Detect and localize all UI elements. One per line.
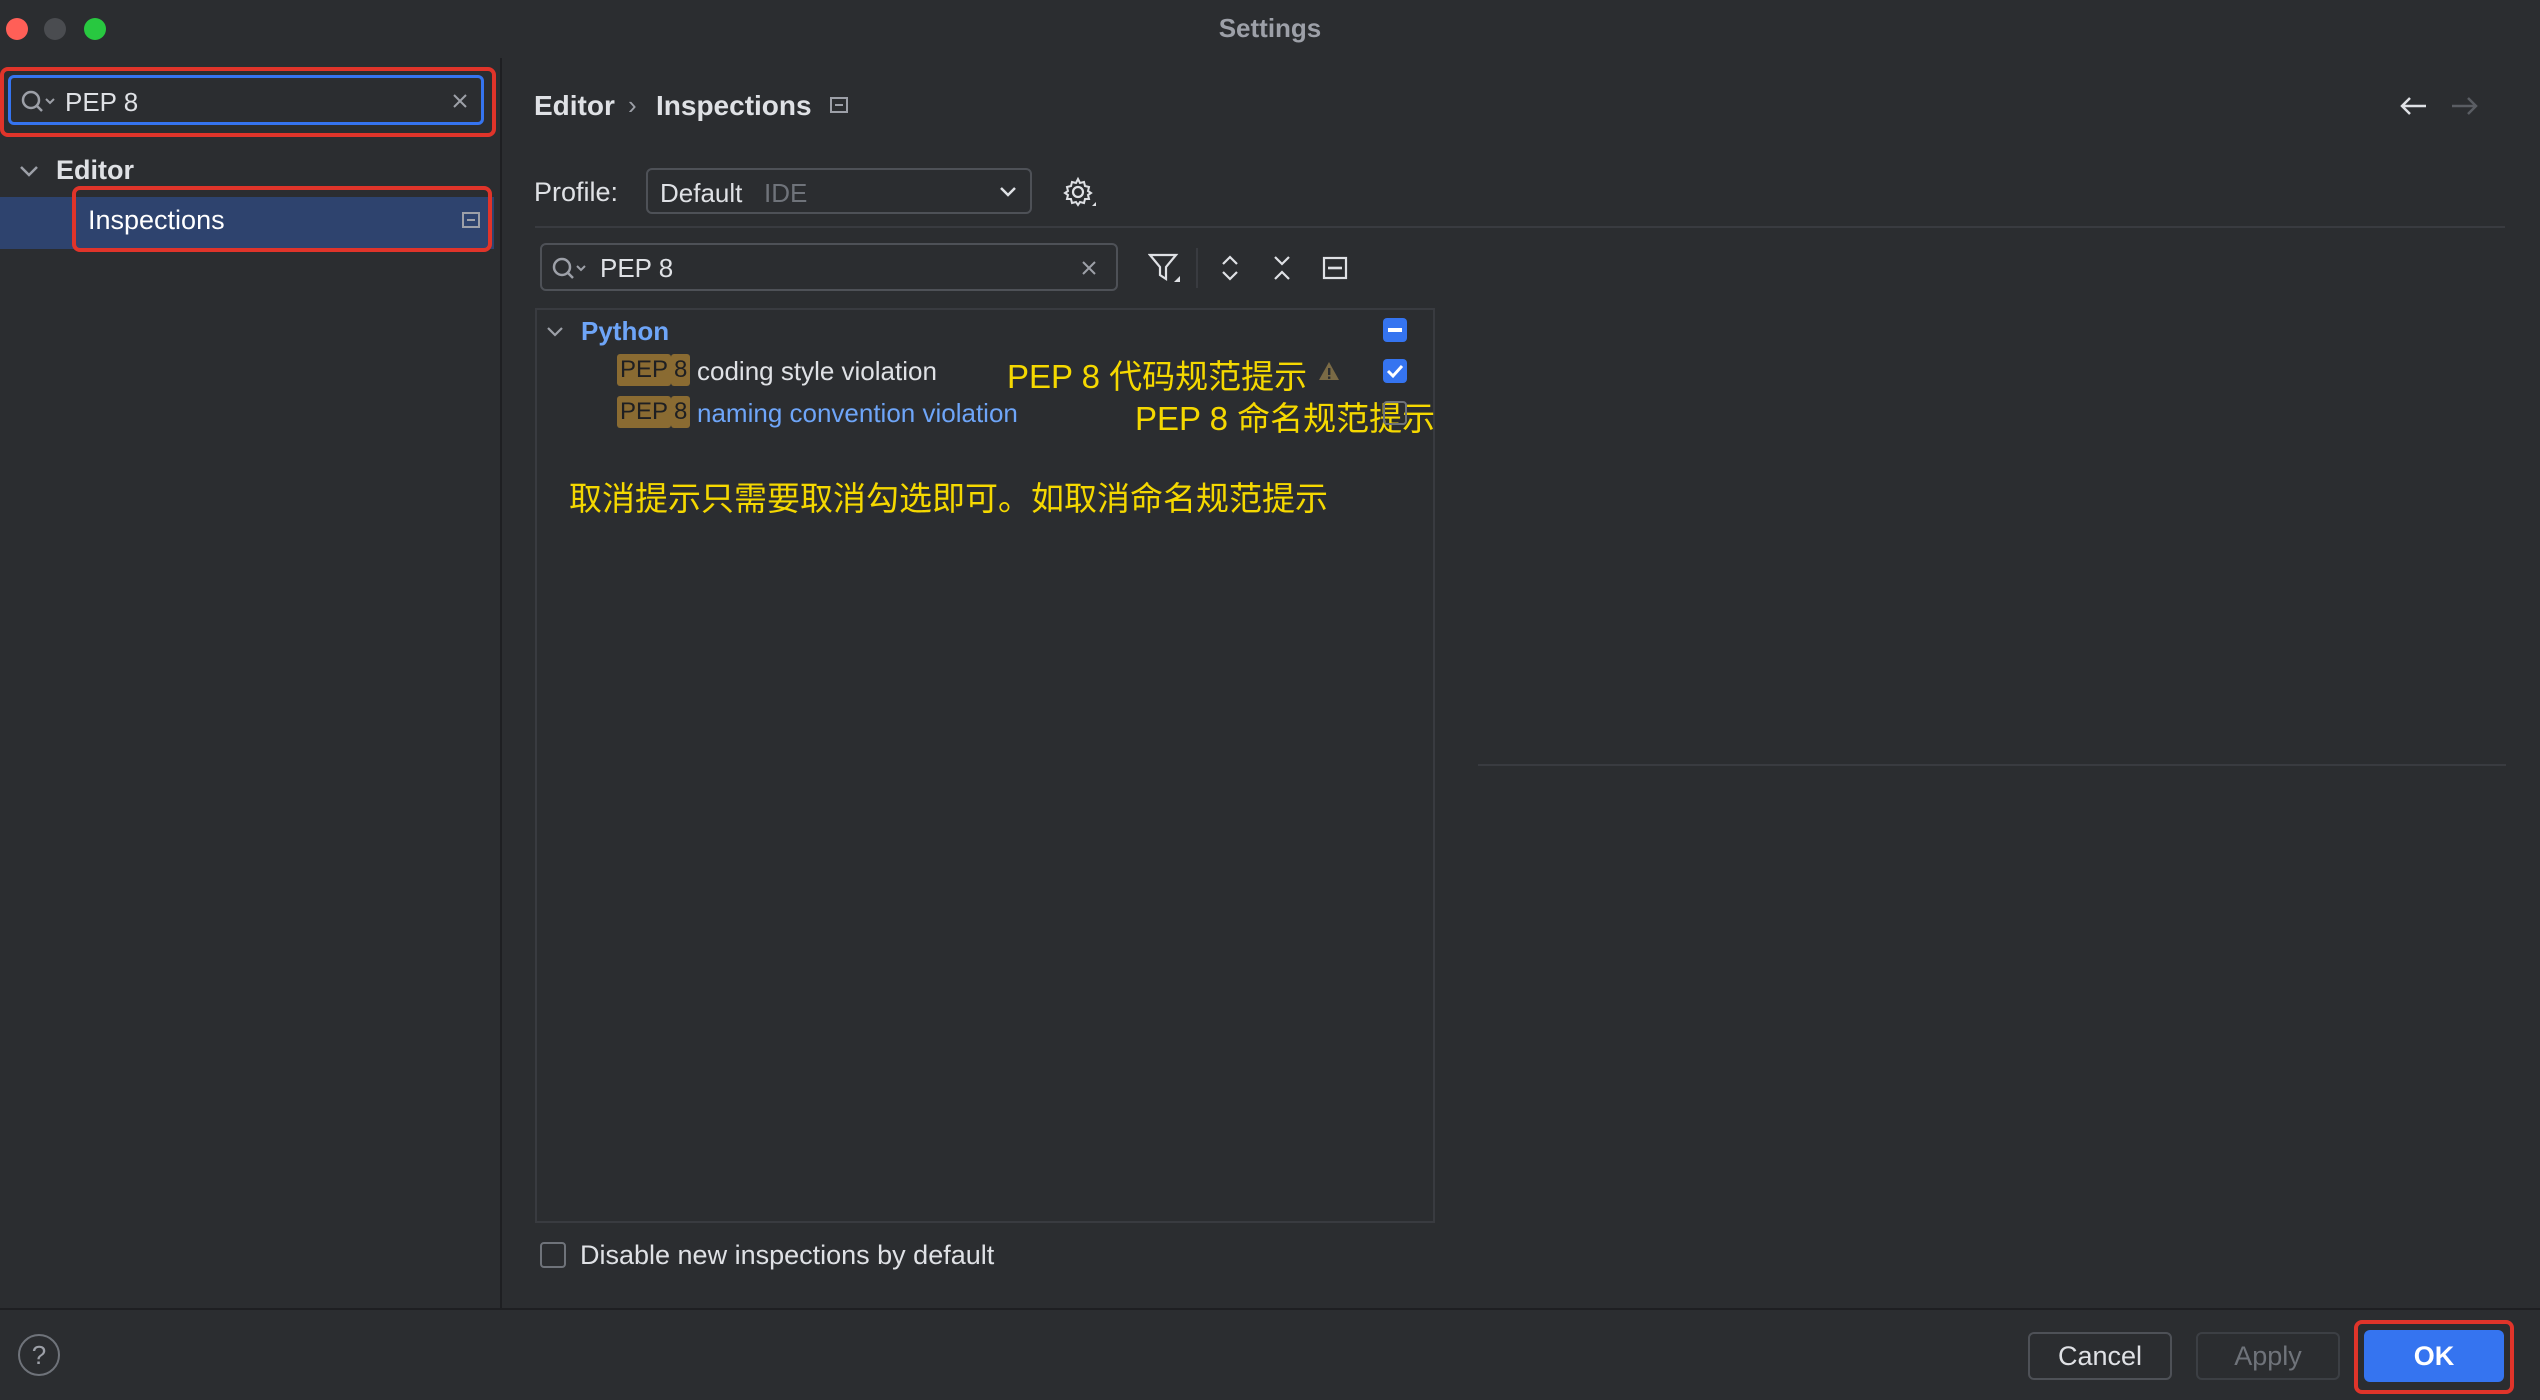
- back-arrow-icon[interactable]: [2398, 94, 2428, 118]
- reset-to-default-icon[interactable]: [1322, 256, 1348, 280]
- help-button[interactable]: ?: [18, 1334, 60, 1376]
- breadcrumb-current: Inspections: [656, 90, 812, 121]
- filter-icon[interactable]: [1148, 252, 1182, 284]
- tree-item-inspections[interactable]: Inspections: [88, 205, 225, 236]
- warning-icon: [1319, 362, 1339, 380]
- toolbar-separator: [1196, 248, 1198, 288]
- divider: [535, 226, 2505, 228]
- breadcrumb-separator-icon: ›: [628, 90, 637, 120]
- pep-number-badge: 8: [671, 354, 691, 386]
- settings-search-input[interactable]: PEP 8: [65, 87, 138, 118]
- group-python-checkbox[interactable]: [1383, 318, 1407, 342]
- inspections-tree: Python PEP 8 coding style violation PEP …: [535, 308, 1435, 1223]
- inspection-row[interactable]: PEP 8 naming convention violation PEP 8 …: [617, 396, 1437, 437]
- pep-badge: PEP: [617, 354, 672, 386]
- breadcrumb-parent[interactable]: Editor: [534, 90, 615, 122]
- clear-search-icon[interactable]: [451, 92, 469, 110]
- project-scope-icon: [462, 212, 480, 228]
- settings-search-field[interactable]: PEP 8: [8, 75, 484, 125]
- project-scope-icon: [830, 97, 848, 113]
- apply-button[interactable]: Apply: [2196, 1332, 2340, 1380]
- disable-new-inspections-checkbox[interactable]: [540, 1242, 566, 1268]
- inspection-row[interactable]: PEP 8 coding style violation PEP 8 代码规范提…: [617, 354, 1437, 395]
- gear-icon[interactable]: [1062, 176, 1098, 210]
- window-title: Settings: [1218, 13, 1322, 43]
- checkmark-icon: [1386, 364, 1404, 379]
- cancel-button[interactable]: Cancel: [2028, 1332, 2172, 1380]
- forward-arrow-icon[interactable]: [2450, 94, 2480, 118]
- profile-scope: IDE: [764, 178, 808, 208]
- annotation-instruction: 取消提示只需要取消勾选即可。如取消命名规范提示: [569, 480, 1328, 517]
- inspections-search-input[interactable]: PEP 8: [600, 253, 673, 284]
- inspections-search-field[interactable]: PEP 8: [540, 243, 1118, 291]
- ok-button[interactable]: OK: [2364, 1330, 2504, 1382]
- pep-number-badge: 8: [671, 396, 691, 428]
- inspection-checkbox[interactable]: [1383, 359, 1407, 383]
- inspection-name: coding style violation: [697, 356, 937, 386]
- title-bar: Settings: [0, 0, 2540, 58]
- profile-label: Profile:: [534, 177, 619, 207]
- chevron-down-icon: [1000, 187, 1016, 197]
- clear-search-icon[interactable]: [1080, 259, 1098, 277]
- pep-badge: PEP: [617, 396, 672, 428]
- indeterminate-mark-icon: [1388, 328, 1402, 332]
- disable-new-inspections-label[interactable]: Disable new inspections by default: [580, 1240, 994, 1271]
- divider: [1478, 764, 2506, 766]
- tree-item-editor[interactable]: Editor: [56, 155, 134, 186]
- collapse-all-icon[interactable]: [1270, 254, 1294, 282]
- inspection-checkbox[interactable]: [1383, 401, 1407, 425]
- chevron-down-icon[interactable]: [545, 322, 565, 342]
- inspection-name: naming convention violation: [697, 398, 1018, 428]
- search-icon: [21, 90, 55, 112]
- profile-dropdown[interactable]: Default IDE: [646, 168, 1032, 214]
- group-python[interactable]: Python: [581, 316, 669, 347]
- profile-value: Default: [660, 178, 743, 208]
- annotation-note: PEP 8 代码规范提示: [1007, 358, 1308, 395]
- chevron-down-icon[interactable]: [18, 160, 40, 182]
- search-icon: [552, 257, 586, 279]
- expand-all-icon[interactable]: [1218, 254, 1242, 282]
